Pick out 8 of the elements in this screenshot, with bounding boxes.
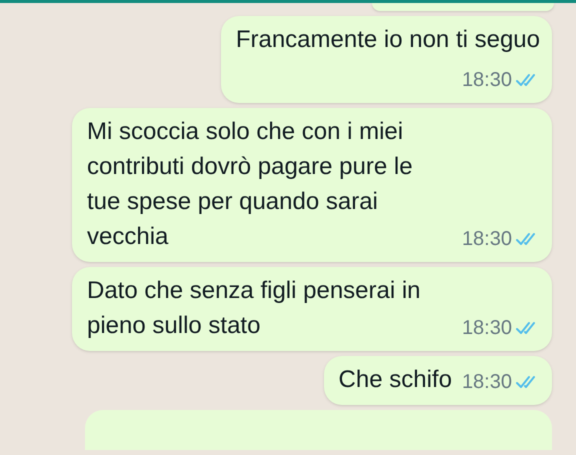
message-time: 18:30 (462, 68, 512, 93)
message-text: Che schifo (338, 365, 452, 395)
message-text: Dato che senza figli penserai in pieno sullo stato (87, 276, 422, 341)
message-text: Mi scoccia solo che con i miei contributi dovrò pagare pure le tue spese per quando sarai vecchia (87, 117, 414, 252)
message-time: 18:30 (462, 370, 512, 395)
message-text: Francamente io non ti seguo (236, 25, 540, 55)
message-time: 18:30 (462, 316, 512, 341)
message-time: 18:30 (462, 227, 512, 252)
